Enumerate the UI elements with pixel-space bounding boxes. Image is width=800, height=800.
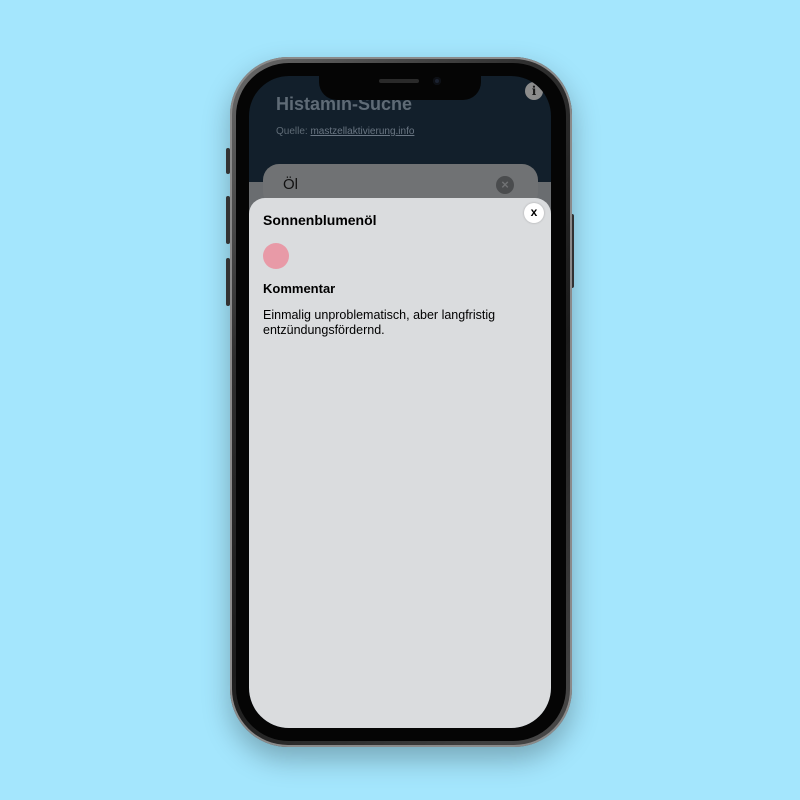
- front-camera: [433, 77, 441, 85]
- close-button[interactable]: x: [524, 203, 544, 223]
- speaker-grille: [379, 79, 419, 83]
- phone-screen: Histamin-Suche Quelle: mastzellaktivieru…: [249, 76, 551, 728]
- camera-notch: [319, 76, 481, 100]
- status-indicator: [263, 243, 289, 269]
- comment-heading: Kommentar: [263, 281, 336, 296]
- clear-circle-icon[interactable]: ×: [496, 176, 514, 194]
- source-prefix: Quelle:: [276, 126, 311, 137]
- device-stage: Histamin-Suche Quelle: mastzellaktivieru…: [0, 0, 800, 800]
- source-line: Quelle: mastzellaktivierung.info: [276, 126, 414, 137]
- search-value: Öl: [283, 176, 298, 193]
- info-icon[interactable]: i: [525, 82, 543, 100]
- modal-title: Sonnenblumenöl: [263, 212, 377, 228]
- comment-text: Einmalig unproblematisch, aber langfrist…: [263, 308, 496, 337]
- source-link[interactable]: mastzellaktivierung.info: [310, 126, 414, 137]
- detail-modal: x Sonnenblumenöl Kommentar Einmalig unpr…: [249, 198, 551, 728]
